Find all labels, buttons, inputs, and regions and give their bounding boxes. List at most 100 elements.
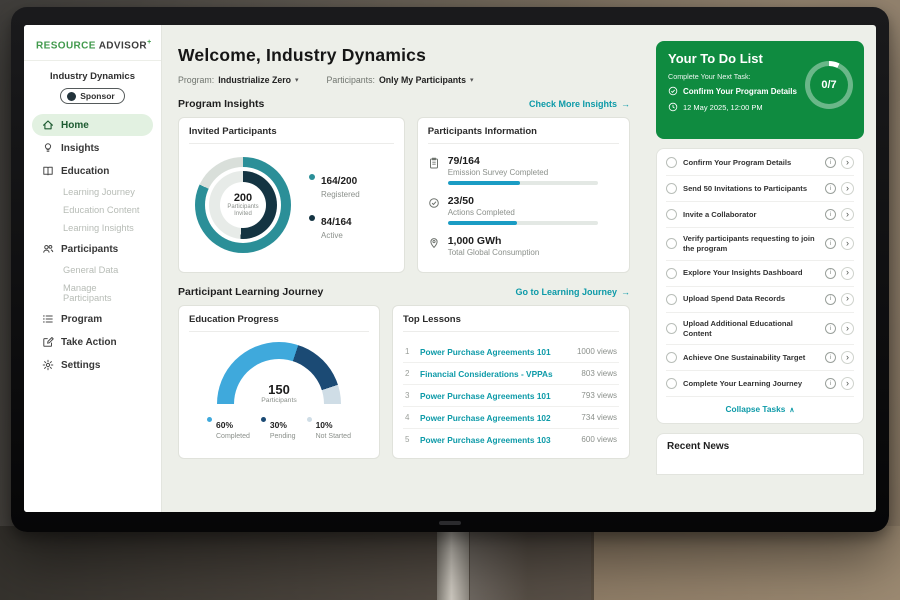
task-row[interactable]: Upload Additional Educational Content i … (666, 313, 854, 346)
sidebar-item-education[interactable]: Education (32, 160, 153, 182)
task-checkbox[interactable] (666, 268, 677, 279)
task-checkbox[interactable] (666, 157, 677, 168)
list-icon (42, 313, 54, 325)
sidebar-item-participants[interactable]: Participants (32, 238, 153, 260)
info-icon[interactable]: i (825, 268, 836, 279)
todo-summary-card: Your To Do List Complete Your Next Task:… (656, 41, 864, 139)
info-icon[interactable]: i (825, 323, 836, 334)
go-to-learning-journey-link[interactable]: Go to Learning Journey→ (515, 287, 630, 297)
sidebar-item-home[interactable]: Home (32, 114, 153, 136)
stat-value: 1,000 GWh (448, 235, 540, 247)
legend-label: Pending (270, 433, 296, 440)
program-filter-dropdown[interactable]: Program: Industrialize Zero ▾ (178, 75, 299, 85)
chevron-right-icon[interactable]: › (841, 156, 854, 169)
info-icon[interactable]: i (825, 238, 836, 249)
card-title: Education Progress (189, 314, 369, 332)
sidebar-item-learning-journey[interactable]: Learning Journey (32, 183, 153, 201)
sidebar-item-label: Take Action (61, 337, 117, 348)
lesson-row: 3 Power Purchase Agreements 101 793 view… (403, 385, 619, 407)
task-row[interactable]: Send 50 Invitations to Participants i › (666, 176, 854, 202)
chevron-right-icon[interactable]: › (841, 208, 854, 221)
check-more-insights-link[interactable]: Check More Insights→ (529, 99, 630, 109)
stand-reflection (470, 526, 528, 600)
main-content: Welcome, Industry Dynamics Program: Indu… (162, 25, 646, 512)
chevron-up-icon: ∧ (789, 407, 794, 414)
lesson-link[interactable]: Power Purchase Agreements 103 (420, 435, 574, 445)
collapse-tasks-button[interactable]: Collapse Tasks∧ (666, 397, 854, 422)
sidebar-item-settings[interactable]: Settings (32, 354, 153, 376)
stat-label: Total Global Consumption (448, 248, 540, 257)
sidebar-item-learning-insights[interactable]: Learning Insights (32, 219, 153, 237)
legend-item: 84/164 Active (309, 212, 360, 240)
filter-label: Program: (178, 75, 214, 85)
lesson-link[interactable]: Power Purchase Agreements 101 (420, 391, 574, 401)
task-label: Send 50 Invitations to Participants (683, 184, 825, 194)
chevron-right-icon[interactable]: › (841, 377, 854, 390)
lesson-link[interactable]: Financial Considerations - VPPAs (420, 369, 574, 379)
org-name: Industry Dynamics (24, 71, 161, 82)
sidebar-item-general-data[interactable]: General Data (32, 261, 153, 279)
participants-information-card: Participants Information 79/164 Emission… (417, 117, 630, 273)
task-row[interactable]: Confirm Your Program Details i › (666, 150, 854, 176)
chevron-right-icon[interactable]: › (841, 182, 854, 195)
sidebar-item-program[interactable]: Program (32, 308, 153, 330)
participants-filter-dropdown[interactable]: Participants: Only My Participants ▾ (327, 75, 474, 85)
recent-news-card[interactable]: Recent News (656, 433, 864, 475)
task-checkbox[interactable] (666, 294, 677, 305)
sidebar-nav: Home Insights Education Learning Journey… (24, 114, 161, 376)
task-row[interactable]: Achieve One Sustainability Target i › (666, 345, 854, 371)
legend-value: 164/200 (321, 176, 357, 187)
chevron-right-icon[interactable]: › (841, 293, 854, 306)
info-icon[interactable]: i (825, 378, 836, 389)
chevron-right-icon[interactable]: › (841, 322, 854, 335)
progress-fill (448, 221, 517, 225)
task-label: Verify participants requesting to join t… (683, 234, 825, 254)
legend-label: Registered (321, 190, 360, 199)
section-title: Program Insights (178, 98, 264, 110)
sidebar-item-manage-participants[interactable]: Manage Participants (32, 279, 153, 307)
info-icon[interactable]: i (825, 352, 836, 363)
lesson-link[interactable]: Power Purchase Agreements 102 (420, 413, 574, 423)
sidebar-item-education-content[interactable]: Education Content (32, 201, 153, 219)
task-row[interactable]: Verify participants requesting to join t… (666, 228, 854, 261)
info-icon[interactable]: i (825, 209, 836, 220)
info-icon[interactable]: i (825, 183, 836, 194)
sidebar-item-insights[interactable]: Insights (32, 137, 153, 159)
chevron-right-icon[interactable]: › (841, 267, 854, 280)
chevron-right-icon[interactable]: › (841, 351, 854, 364)
filter-value: Industrialize Zero (218, 75, 291, 85)
stat-value: 79/164 (448, 155, 598, 167)
task-checkbox[interactable] (666, 238, 677, 249)
info-icon[interactable]: i (825, 157, 836, 168)
donut-legend: 164/200 Registered 84/164 Active (309, 171, 360, 240)
sidebar-item-label: General Data (63, 265, 118, 275)
task-label: Upload Additional Educational Content (683, 319, 825, 339)
donut-center-value: 200 (234, 192, 252, 204)
task-row[interactable]: Complete Your Learning Journey i › (666, 371, 854, 397)
info-icon[interactable]: i (825, 294, 836, 305)
sidebar-item-label: Home (61, 120, 89, 131)
task-row[interactable]: Invite a Collaborator i › (666, 202, 854, 228)
target-check-icon (428, 196, 440, 208)
brand-plus: + (147, 39, 152, 46)
legend-label: Not Started (316, 433, 351, 440)
task-checkbox[interactable] (666, 209, 677, 220)
sidebar-item-label: Manage Participants (63, 283, 112, 303)
sidebar: RESOURCE ADVISOR+ Industry Dynamics Spon… (24, 25, 162, 512)
task-checkbox[interactable] (666, 183, 677, 194)
task-label: Complete Your Learning Journey (683, 379, 825, 389)
legend-item: 164/200 Registered (309, 171, 360, 199)
task-checkbox[interactable] (666, 323, 677, 334)
chevron-right-icon[interactable]: › (841, 237, 854, 250)
collapse-label: Collapse Tasks (726, 404, 786, 414)
lesson-link[interactable]: Power Purchase Agreements 101 (420, 347, 570, 357)
task-checkbox[interactable] (666, 378, 677, 389)
arrow-right-icon: → (621, 287, 630, 297)
task-row[interactable]: Upload Spend Data Records i › (666, 287, 854, 313)
sponsor-badge-icon (67, 92, 76, 101)
stat-value: 23/50 (448, 195, 598, 207)
task-checkbox[interactable] (666, 352, 677, 363)
gauge-legend: 60% Completed 30% Pending 10% (189, 415, 369, 440)
sidebar-item-take-action[interactable]: Take Action (32, 331, 153, 353)
task-row[interactable]: Explore Your Insights Dashboard i › (666, 261, 854, 287)
